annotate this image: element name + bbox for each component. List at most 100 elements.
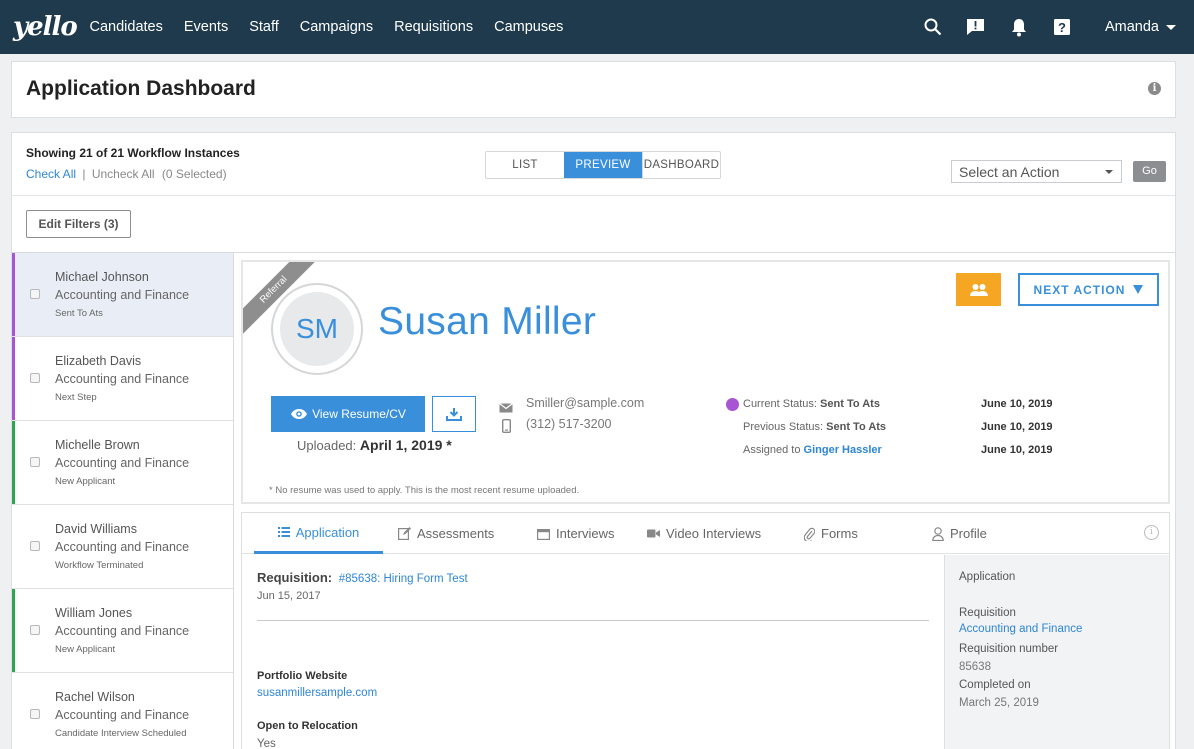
tab-assessments-label: Assessments	[417, 526, 495, 541]
candidate-status: New Applicant	[55, 644, 116, 655]
team-button[interactable]	[956, 273, 1001, 306]
user-name: Amanda	[1104, 19, 1159, 35]
candidate-checkbox[interactable]	[30, 457, 40, 467]
tab-profile[interactable]: Profile	[932, 513, 987, 554]
requisition-label: Requisition:	[257, 570, 333, 585]
candidate-item[interactable]: William Jones Accounting and Finance New…	[12, 589, 233, 673]
candidate-dept: Accounting and Finance	[55, 624, 190, 638]
candidate-checkbox[interactable]	[30, 709, 40, 719]
candidate-phone: (312) 517-3200	[526, 417, 612, 431]
resume-footnote: * No resume was used to apply. This is t…	[269, 485, 580, 496]
view-dashboard-button[interactable]: DASHBOARD	[642, 152, 720, 178]
feedback-icon[interactable]	[966, 17, 986, 37]
candidate-checkbox[interactable]	[30, 289, 40, 299]
nav-link-staff[interactable]: Staff	[239, 19, 290, 35]
current-status-label: Current Status:	[743, 398, 817, 410]
tab-video-interviews[interactable]: Video Interviews	[647, 513, 761, 554]
assignee-link[interactable]: Ginger Hassler	[804, 444, 882, 456]
previous-status: Previous Status: Sent To Ats	[743, 421, 886, 433]
go-button[interactable]: Go	[1133, 161, 1166, 182]
application-summary: Application Requisition Accounting and F…	[944, 555, 1169, 749]
status-color-bar	[12, 337, 15, 420]
help-icon[interactable]: ?	[1052, 17, 1072, 37]
candidate-name: Michael Johnson	[55, 270, 149, 284]
candidate-status: Sent To Ats	[55, 308, 103, 319]
candidate-item[interactable]: Elizabeth Davis Accounting and Finance N…	[12, 337, 233, 421]
nav-link-campuses[interactable]: Campuses	[484, 19, 574, 35]
candidate-name: William Jones	[55, 606, 133, 620]
summary-requisition-link[interactable]: Accounting and Finance	[959, 623, 1082, 635]
candidate-name: David Williams	[55, 522, 137, 536]
candidate-item[interactable]: Michelle Brown Accounting and Finance Ne…	[12, 421, 233, 505]
email-icon	[499, 400, 513, 418]
edit-filters-button[interactable]: Edit Filters (3)	[26, 210, 131, 238]
current-status: Current Status: Sent To Ats	[743, 398, 880, 410]
view-list-button[interactable]: LIST	[486, 152, 564, 178]
next-action-label: NEXT ACTION	[1033, 282, 1126, 297]
main-panel: Showing 21 of 21 Workflow Instances Chec…	[11, 132, 1176, 749]
check-links: Check All | Uncheck All (0 Selected)	[26, 167, 227, 181]
view-resume-button[interactable]: View Resume/CV	[271, 396, 425, 432]
candidate-checkbox[interactable]	[30, 541, 40, 551]
nav-link-events[interactable]: Events	[173, 19, 238, 35]
instances-count: Showing 21 of 21 Workflow Instances	[26, 146, 240, 160]
phone-icon	[501, 418, 511, 438]
tab-assessments[interactable]: Assessments	[398, 513, 494, 554]
action-select-value: Select an Action	[959, 163, 1060, 180]
download-resume-button[interactable]	[432, 396, 476, 432]
candidate-checkbox[interactable]	[30, 373, 40, 383]
tab-application[interactable]: Application	[254, 513, 383, 554]
view-preview-button[interactable]: PREVIEW	[564, 152, 642, 178]
edit-icon	[398, 527, 411, 540]
tab-interviews[interactable]: Interviews	[537, 513, 615, 554]
candidate-email[interactable]: Smiller@sample.com	[526, 396, 644, 410]
portfolio-link[interactable]: susanmillersample.com	[257, 687, 377, 699]
nav-link-campaigns[interactable]: Campaigns	[289, 19, 383, 35]
eye-icon	[291, 409, 308, 419]
info-icon[interactable]: i	[1148, 82, 1161, 95]
people-icon	[969, 283, 988, 296]
tab-video-interviews-label: Video Interviews	[666, 526, 762, 541]
check-all-link[interactable]: Check All	[26, 167, 76, 181]
candidate-item[interactable]: Rachel Wilson Accounting and Finance Can…	[12, 673, 233, 749]
status-color-bar	[12, 505, 15, 588]
uploaded-label: Uploaded:	[297, 438, 357, 453]
candidate-list: Michael Johnson Accounting and Finance S…	[12, 253, 234, 749]
candidate-dept: Accounting and Finance	[55, 708, 190, 722]
status-color-bar	[12, 421, 15, 504]
candidate-full-name: Susan Miller	[378, 300, 597, 343]
user-menu[interactable]: Amanda	[1105, 19, 1176, 35]
current-status-date: June 10, 2019	[981, 398, 1053, 410]
tab-forms[interactable]: Forms	[804, 513, 858, 554]
chevron-down-icon	[1105, 170, 1113, 174]
search-icon[interactable]	[923, 17, 943, 37]
summary-completed-date: March 25, 2019	[959, 697, 1039, 709]
details-panel: Application Assessments Interviews Video…	[241, 512, 1170, 749]
portfolio-label: Portfolio Website	[257, 670, 348, 682]
top-nav: yello Candidates Events Staff Campaigns …	[0, 0, 1194, 54]
uncheck-all-link[interactable]: Uncheck All	[92, 167, 155, 181]
info-icon[interactable]: i	[1144, 525, 1159, 540]
nav-link-candidates[interactable]: Candidates	[79, 19, 173, 35]
yello-logo[interactable]: yello	[13, 12, 78, 42]
nav-link-requisitions[interactable]: Requisitions	[384, 19, 484, 35]
candidate-name: Rachel Wilson	[55, 690, 135, 704]
calendar-icon	[537, 528, 550, 540]
candidate-status: Candidate Interview Scheduled	[55, 728, 187, 739]
status-color-bar	[12, 589, 15, 672]
candidate-checkbox[interactable]	[30, 625, 40, 635]
video-camera-icon	[647, 529, 660, 538]
candidate-profile-card: Referral SM Susan Miller NEXT ACTION Vie…	[241, 260, 1170, 504]
requisition-link[interactable]: #85638: Hiring Form Test	[339, 573, 468, 585]
notifications-bell-icon[interactable]	[1009, 17, 1029, 37]
candidate-item[interactable]: Michael Johnson Accounting and Finance S…	[12, 253, 233, 337]
selected-count: (0 Selected)	[161, 167, 227, 181]
action-select[interactable]: Select an Action	[951, 160, 1122, 183]
user-icon	[932, 526, 944, 541]
next-action-button[interactable]: NEXT ACTION	[1018, 273, 1159, 306]
tab-bar: Application Assessments Interviews Video…	[242, 513, 1169, 554]
candidate-status: New Applicant	[55, 476, 116, 487]
candidate-item[interactable]: David Williams Accounting and Finance Wo…	[12, 505, 233, 589]
view-toggle: LIST PREVIEW DASHBOARD	[485, 151, 721, 179]
paperclip-icon	[804, 527, 815, 541]
